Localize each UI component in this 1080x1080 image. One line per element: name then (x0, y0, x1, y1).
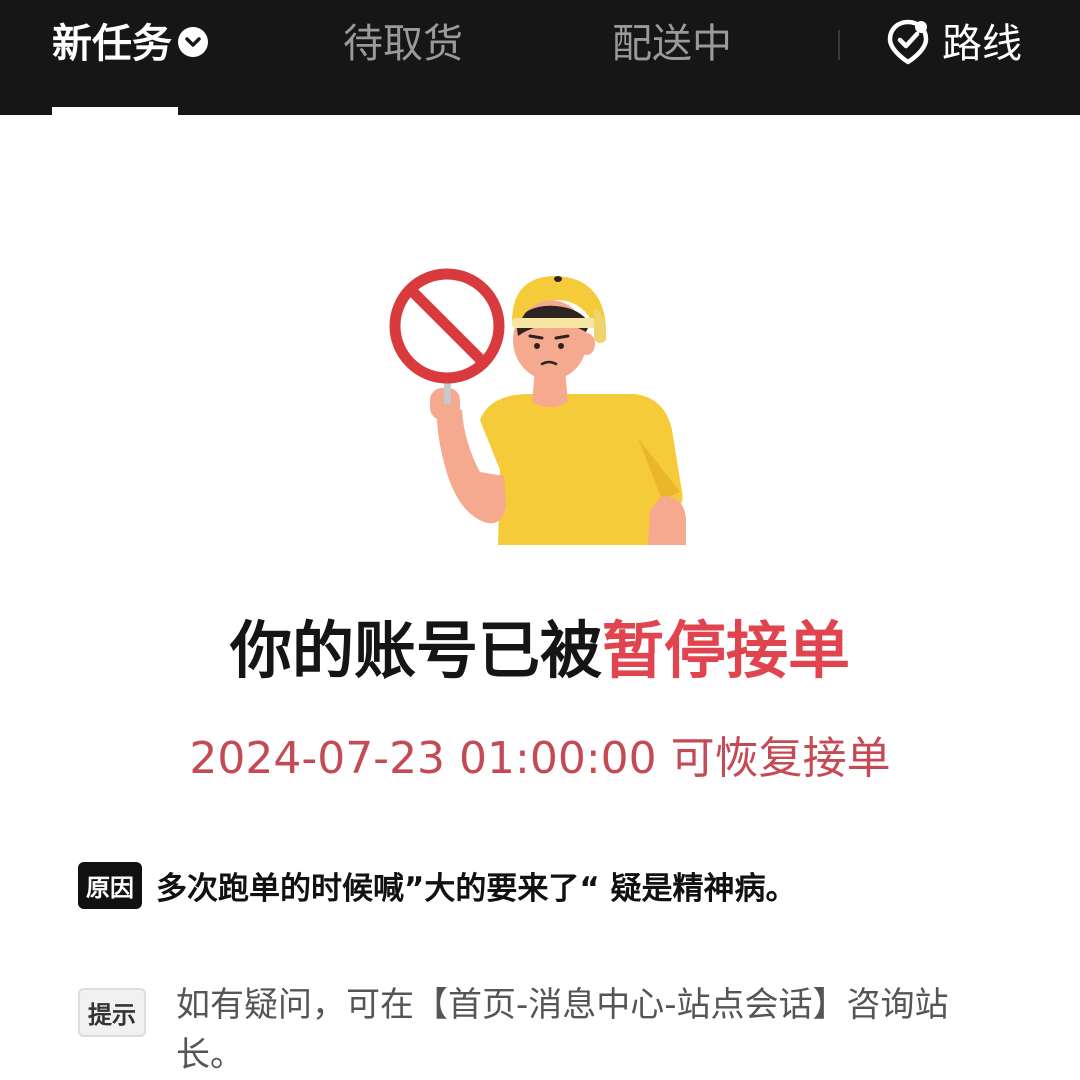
top-tab-bar: 新任务 待取货 配送中 路线 (0, 0, 1080, 115)
courier-figure (389, 268, 686, 545)
active-tab-indicator (52, 107, 178, 115)
tip-badge: 提示 (78, 988, 146, 1037)
suspension-headline: 你的账号已被暂停接单 (0, 600, 1080, 690)
suspended-courier-illustration (380, 260, 710, 560)
tab-new-task-label: 新任务 (52, 21, 172, 67)
reason-text: 多次跑单的时候喊”大的要来了“ 疑是精神病。 (156, 871, 797, 907)
headline-highlight: 暂停接单 (602, 614, 851, 687)
reason-badge: 原因 (78, 862, 142, 909)
reason-row: 原因 多次跑单的时候喊”大的要来了“ 疑是精神病。 (78, 862, 797, 910)
prohibited-sign-icon (389, 268, 505, 384)
resume-time-text: 2024-07-23 01:00:00 可恢复接单 (189, 733, 891, 784)
headline-prefix: 你的账号已被 (229, 614, 602, 687)
tip-text: 如有疑问，可在【首页-消息中心-站点会话】咨询站长。 (176, 985, 949, 1075)
tab-delivering-label: 配送中 (612, 21, 732, 67)
tab-divider (838, 30, 840, 60)
tab-new-task[interactable]: 新任务 (52, 18, 208, 70)
route-pin-icon (884, 18, 932, 66)
tab-delivering[interactable]: 配送中 (612, 18, 732, 70)
route-button[interactable]: 路线 (884, 18, 1022, 70)
route-label: 路线 (942, 21, 1022, 67)
tab-pending-pickup-label: 待取货 (343, 21, 463, 67)
chevron-down-icon[interactable] (178, 27, 208, 57)
tab-pending-pickup[interactable]: 待取货 (343, 18, 463, 70)
